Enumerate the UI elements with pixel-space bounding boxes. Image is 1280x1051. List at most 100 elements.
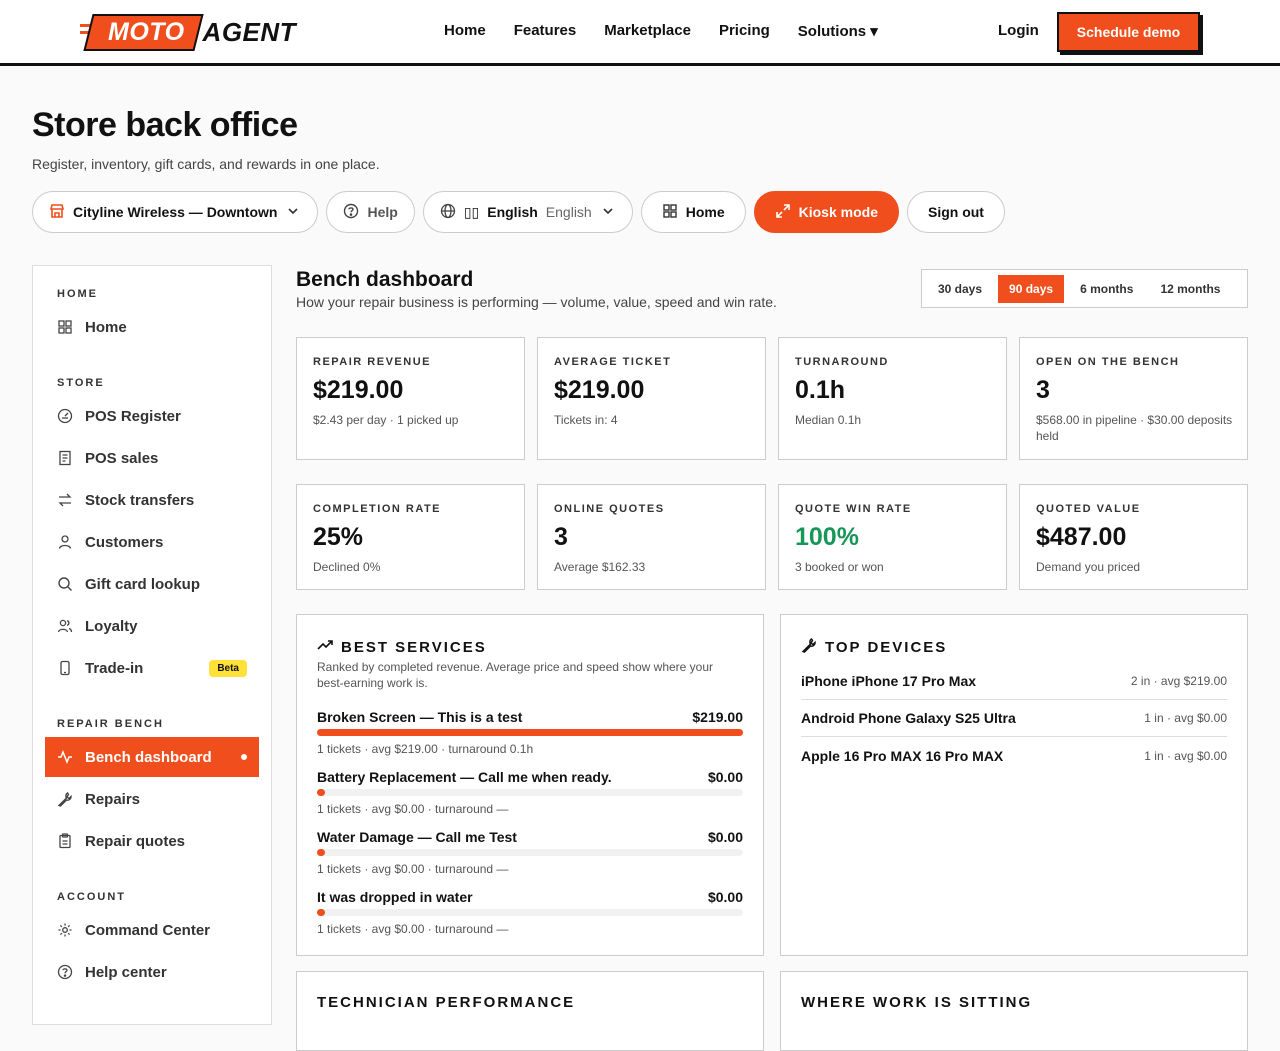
service-revenue-bar-fill [317,789,325,796]
sidebar-item-loyalty[interactable]: Loyalty [45,606,259,646]
kpi-subtext: Average $162.33 [554,560,646,574]
help-button[interactable]: Help [326,191,415,233]
kpi-card-repair-revenue: REPAIR REVENUE $219.00 $2.43 per day · 1… [296,337,525,460]
sidebar-item-label: Customers [85,533,164,551]
service-meta: 1 tickets · avg $219.00 · turnaround 0.1… [317,742,534,756]
kpi-label: QUOTE WIN RATE [795,503,912,515]
kpi-subtext: 3 booked or won [795,560,884,574]
language-selector[interactable]: ▯▯ English English [422,191,633,233]
device-name: Apple 16 Pro MAX 16 Pro MAX [801,747,1004,764]
clipboard-icon [57,833,73,849]
home-button-label: Home [685,204,725,220]
kpi-card-average-ticket: AVERAGE TICKET $219.00 Tickets in: 4 [537,337,766,460]
sidebar-item-gift-card-lookup[interactable]: Gift card lookup [45,564,259,604]
sidebar-item-label: Command Center [85,921,211,939]
schedule-demo-button[interactable]: Schedule demo [1057,12,1200,52]
sidebar-item-label: Home [85,318,127,336]
service-row[interactable]: Water Damage — Call me Test $0.00 1 ticke… [317,829,743,876]
kpi-value: $219.00 [554,376,645,404]
search-icon [57,576,73,592]
service-revenue-bar-fill [317,909,325,916]
nav-link-home[interactable]: Home [444,22,486,40]
login-link[interactable]: Login [998,22,1039,39]
store-name: Cityline Wireless — Downtown [73,204,278,220]
device-row[interactable]: Android Phone Galaxy S25 Ultra 1 in · av… [801,700,1227,737]
sidebar-item-label: Help center [85,963,167,981]
sidebar-section-store: STORE [57,377,105,389]
sign-out-button[interactable]: Sign out [906,191,1005,233]
sidebar-item-customers[interactable]: Customers [45,522,259,562]
service-revenue-bar [317,849,743,856]
nav-link-pricing[interactable]: Pricing [719,22,770,40]
globe-icon [440,203,456,222]
service-revenue-bar [317,729,743,736]
service-revenue-bar [317,909,743,916]
sidebar-item-label: POS Register [85,407,181,425]
help-label: Help [367,204,398,220]
arrows-swap-icon [57,492,73,508]
sidebar-item-home[interactable]: Home [45,307,259,347]
top-devices-title: TOP DEVICES [825,638,948,656]
grid-icon [57,319,73,335]
service-row[interactable]: It was dropped in water $0.00 1 tickets ·… [317,889,743,936]
range-option-6-months[interactable]: 6 months [1069,275,1144,303]
active-indicator-dot [241,754,247,760]
device-count: 1 in · avg $0.00 [1144,748,1227,763]
service-revenue: $219.00 [692,709,743,725]
kpi-value: 25% [313,523,364,551]
nav-link-features[interactable]: Features [514,22,577,40]
kpi-card-quoted-value: QUOTED VALUE $487.00 Demand you priced [1019,484,1248,590]
store-selector[interactable]: Cityline Wireless — Downtown [32,191,319,233]
sidebar-item-stock-transfers[interactable]: Stock transfers [45,480,259,520]
sidebar-section-account: ACCOUNT [57,891,126,903]
kpi-value: $487.00 [1036,523,1127,551]
service-meta: 1 tickets · avg $0.00 · turnaround — [317,922,509,936]
service-revenue: $0.00 [707,889,743,905]
best-services-title: BEST SERVICES [341,638,487,656]
motoagent-logo[interactable]: MOTO AGENT [80,13,296,51]
sidebar-item-label: Trade-in [85,659,144,677]
sidebar-item-pos-sales[interactable]: POS sales [45,438,259,478]
top-devices-panel: TOP DEVICES iPhone iPhone 17 Pro Max 2 i… [780,614,1248,956]
range-option-30-days[interactable]: 30 days [927,275,993,303]
sidebar-item-label: Stock transfers [85,491,195,509]
kiosk-mode-button[interactable]: Kiosk mode [753,191,899,233]
nav-links: Home Features Marketplace Pricing Soluti… [444,22,906,40]
device-row[interactable]: Apple 16 Pro MAX 16 Pro MAX 1 in · avg $… [801,737,1227,774]
kpi-card-online-quotes: ONLINE QUOTES 3 Average $162.33 [537,484,766,590]
service-name: Water Damage — Call me Test [317,829,517,845]
dashboard-title: Bench dashboard [296,268,474,291]
service-row[interactable]: Broken Screen — This is a test $219.00 1 … [317,709,743,756]
nav-link-solutions[interactable]: Solutions ▾ [798,22,878,40]
sidebar-item-command-center[interactable]: Command Center [45,910,259,950]
best-services-panel: BEST SERVICES Ranked by completed revenu… [296,614,764,956]
sidebar-item-pos-register[interactable]: POS Register [45,396,259,436]
page-subtitle: Register, inventory, gift cards, and rew… [32,156,380,172]
device-row[interactable]: iPhone iPhone 17 Pro Max 2 in · avg $219… [801,663,1227,700]
grid-icon [662,203,678,222]
home-button[interactable]: Home [640,191,746,233]
kpi-card-completion-rate: COMPLETION RATE 25% Declined 0% [296,484,525,590]
sidebar-section-home: HOME [57,288,98,300]
device-count: 1 in · avg $0.00 [1144,711,1227,725]
kiosk-mode-label: Kiosk mode [798,204,878,220]
kpi-subtext: Declined 0% [313,560,381,574]
sidebar-item-label: Repair quotes [85,832,186,850]
dashboard-subtitle: How your repair business is performing —… [296,294,777,310]
range-option-12-months[interactable]: 12 months [1149,275,1231,303]
service-row[interactable]: Battery Replacement — Call me when ready… [317,769,743,816]
range-option-90-days[interactable]: 90 days [998,274,1065,303]
sidebar-item-repair-quotes[interactable]: Repair quotes [45,821,259,861]
language-label: English [487,204,538,220]
device-name: iPhone iPhone 17 Pro Max [801,673,977,689]
best-services-subtitle: Ranked by completed revenue. Average pri… [317,660,714,690]
phone-icon [57,660,73,676]
nav-link-marketplace[interactable]: Marketplace [604,22,691,40]
sidebar-item-trade-in[interactable]: Trade-in Beta [45,648,259,688]
sidebar-item-repairs[interactable]: Repairs [45,779,259,819]
kpi-label: OPEN ON THE BENCH [1036,356,1180,368]
receipt-icon [57,450,73,466]
kpi-label: QUOTED VALUE [1036,503,1141,515]
sidebar-item-help-center[interactable]: Help center [45,952,259,992]
sidebar-item-bench-dashboard[interactable]: Bench dashboard [45,737,259,777]
